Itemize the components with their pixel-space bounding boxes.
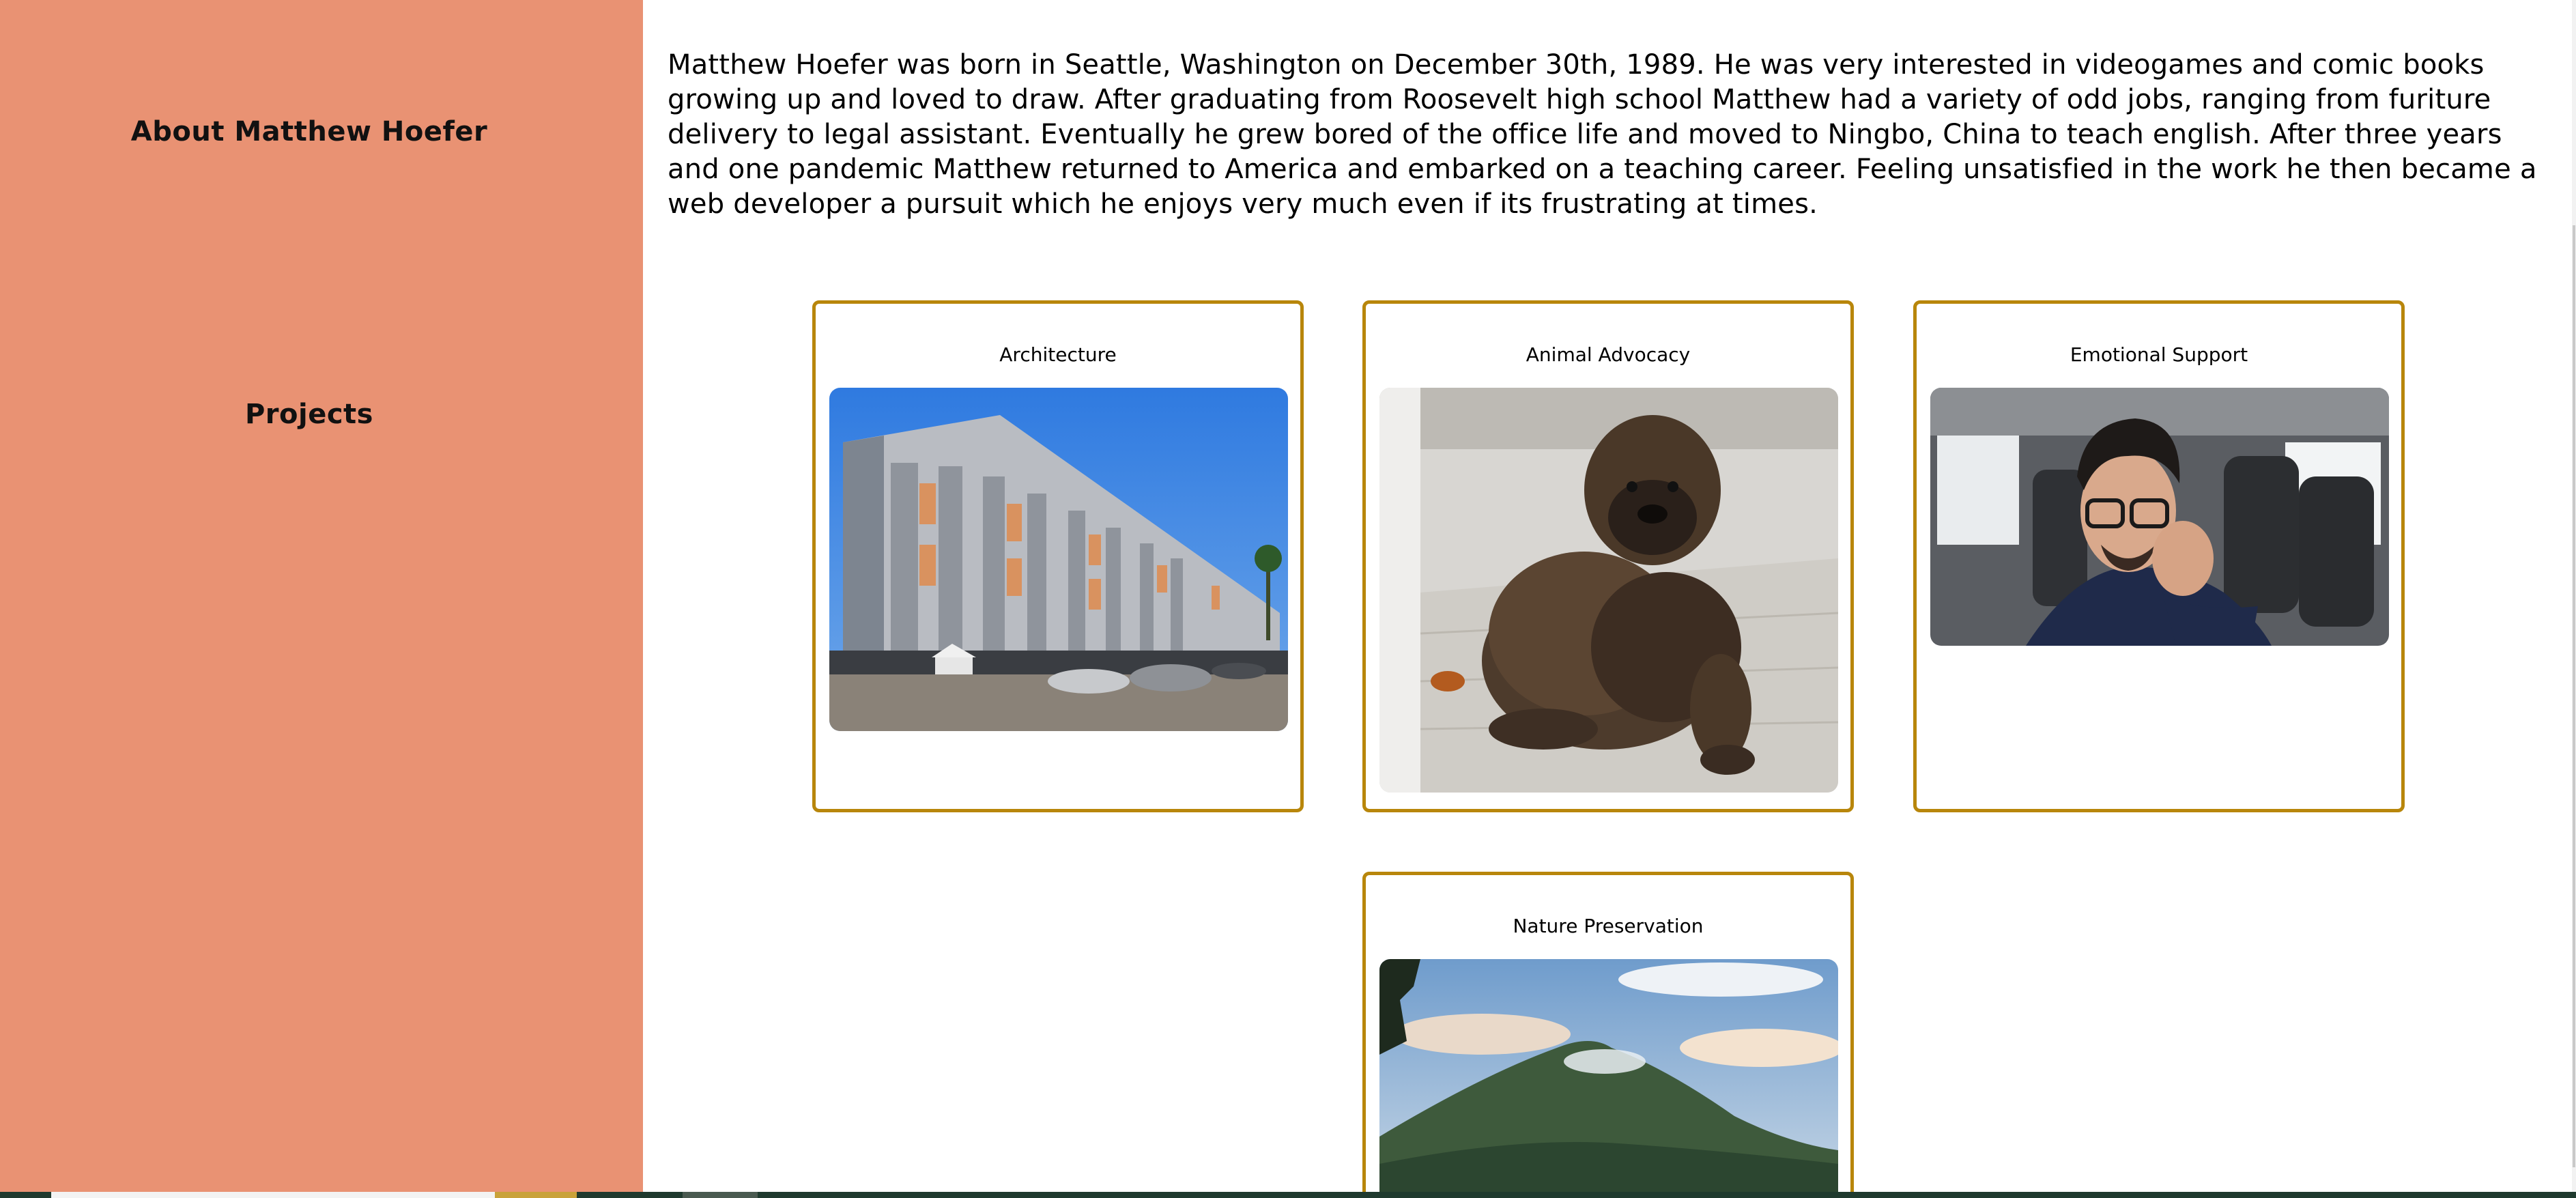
portrait-photo bbox=[1930, 388, 2389, 646]
project-title: Emotional Support bbox=[2070, 343, 2248, 366]
strip-segment bbox=[51, 1192, 495, 1198]
mountain-photo bbox=[1379, 959, 1838, 1198]
nav-about-link[interactable]: About Matthew Hoefer bbox=[0, 116, 618, 147]
architecture-photo bbox=[829, 388, 1288, 731]
project-title: Animal Advocacy bbox=[1526, 343, 1691, 366]
taskbar-strip bbox=[0, 1192, 2576, 1198]
dog-photo bbox=[1379, 388, 1838, 793]
strip-segment bbox=[683, 1192, 758, 1198]
strip-segment bbox=[495, 1192, 577, 1198]
bio-paragraph: Matthew Hoefer was born in Seattle, Wash… bbox=[668, 49, 2537, 220]
project-card-nature-preservation[interactable]: Nature Preservation bbox=[1362, 872, 1854, 1198]
project-card-emotional-support[interactable]: Emotional Support bbox=[1913, 300, 2405, 812]
scrollbar-thumb[interactable] bbox=[2573, 225, 2575, 1167]
main-content: Matthew Hoefer was born in Seattle, Wash… bbox=[643, 0, 2576, 1198]
sidebar: About Matthew Hoefer Projects bbox=[0, 0, 643, 1192]
project-title: Nature Preservation bbox=[1513, 915, 1704, 937]
project-card-architecture[interactable]: Architecture bbox=[812, 300, 1304, 812]
project-card-animal-advocacy[interactable]: Animal Advocacy bbox=[1362, 300, 1854, 812]
project-title: Architecture bbox=[999, 343, 1117, 366]
nav-projects-link[interactable]: Projects bbox=[0, 399, 618, 430]
